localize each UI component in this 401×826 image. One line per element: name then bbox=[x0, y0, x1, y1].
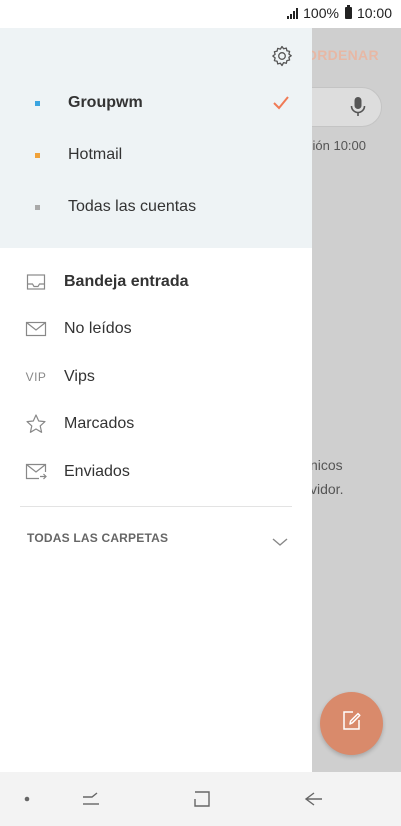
folder-label: No leídos bbox=[64, 320, 132, 337]
battery-icon bbox=[344, 5, 352, 19]
back-icon[interactable] bbox=[300, 772, 326, 826]
home-icon[interactable] bbox=[189, 772, 215, 826]
dot-icon bbox=[15, 772, 39, 826]
folder-label: Marcados bbox=[64, 415, 135, 432]
folder-item-flagged[interactable]: Marcados bbox=[0, 402, 312, 446]
folder-label: Bandeja entrada bbox=[64, 273, 189, 290]
divider bbox=[20, 506, 292, 507]
inbox-icon bbox=[25, 272, 47, 292]
background-text: nicos bbox=[310, 457, 343, 473]
account-label: Hotmail bbox=[68, 146, 123, 163]
navigation-drawer: Groupwm Hotmail Todas las cuentas Bandej… bbox=[0, 28, 312, 772]
accounts-section: Groupwm Hotmail Todas las cuentas bbox=[0, 28, 312, 248]
star-icon bbox=[25, 414, 47, 434]
chevron-down-icon bbox=[272, 534, 288, 552]
email-meta: ción 10:00 bbox=[306, 138, 366, 153]
account-color-dot bbox=[35, 100, 40, 106]
mail-icon bbox=[25, 319, 47, 339]
folder-item-sent[interactable]: Enviados bbox=[0, 450, 312, 494]
background-text: vidor. bbox=[310, 481, 344, 497]
sort-button[interactable]: ORDENAR bbox=[306, 47, 379, 63]
folder-item-vips[interactable]: VIP Vips bbox=[0, 355, 312, 399]
account-item-groupwm[interactable]: Groupwm bbox=[0, 83, 312, 123]
account-label: Groupwm bbox=[68, 94, 143, 111]
status-bar: 100% 10:00 bbox=[0, 0, 401, 28]
folder-label: Vips bbox=[64, 368, 95, 385]
battery-percentage: 100% bbox=[303, 5, 339, 21]
navigation-bar bbox=[0, 772, 401, 826]
folder-item-inbox[interactable]: Bandeja entrada bbox=[0, 260, 312, 304]
status-indicators: 100% 10:00 bbox=[287, 5, 392, 21]
account-color-dot bbox=[35, 152, 40, 158]
account-item-hotmail[interactable]: Hotmail bbox=[0, 135, 312, 175]
compose-button[interactable] bbox=[320, 692, 383, 755]
signal-icon bbox=[287, 7, 299, 19]
account-color-dot bbox=[35, 204, 40, 210]
checkmark-icon bbox=[272, 95, 290, 116]
vip-icon: VIP bbox=[25, 370, 47, 384]
folder-label: Enviados bbox=[64, 463, 130, 480]
recent-apps-icon[interactable] bbox=[78, 772, 104, 826]
account-item-all-accounts[interactable]: Todas las cuentas bbox=[0, 187, 312, 227]
all-folders-label: TODAS LAS CARPETAS bbox=[27, 531, 169, 545]
compose-icon bbox=[340, 709, 364, 738]
clock: 10:00 bbox=[356, 5, 392, 21]
account-label: Todas las cuentas bbox=[68, 198, 197, 215]
sent-icon bbox=[25, 462, 47, 482]
microphone-icon[interactable] bbox=[349, 96, 367, 123]
settings-icon[interactable] bbox=[268, 42, 296, 70]
folder-item-unread[interactable]: No leídos bbox=[0, 307, 312, 351]
all-folders-toggle[interactable]: TODAS LAS CARPETAS bbox=[0, 528, 312, 550]
